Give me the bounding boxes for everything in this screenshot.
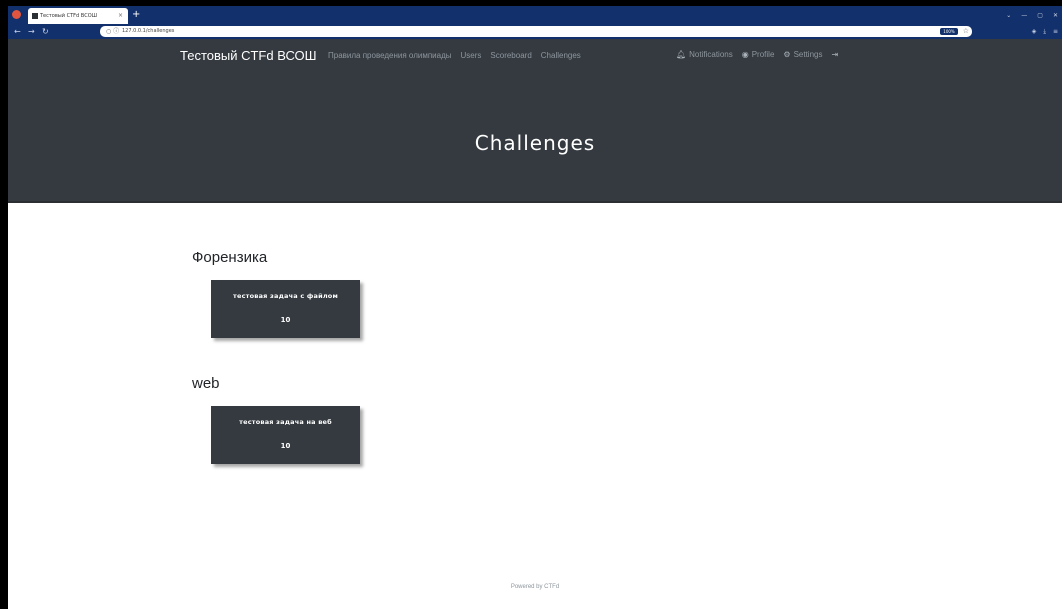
challenge-name: тестовая задача на веб xyxy=(239,418,332,426)
logout-icon[interactable]: ⇥ xyxy=(831,50,838,59)
forward-arrow-icon[interactable]: → xyxy=(28,25,35,38)
zoom-badge[interactable]: 100% xyxy=(940,28,958,35)
challenge-button[interactable]: тестовая задача на веб 10 xyxy=(211,406,360,464)
bookmark-star-icon[interactable]: ☆ xyxy=(963,26,969,37)
minimize-button[interactable]: — xyxy=(1021,12,1027,19)
challenge-button[interactable]: тестовая задача с файлом 10 xyxy=(211,280,360,338)
nav-settings[interactable]: ⚙ Settings xyxy=(783,50,822,59)
reload-icon[interactable]: ↻ xyxy=(42,25,49,38)
shield-icon[interactable]: ◈ xyxy=(1032,28,1037,35)
category-title-forensics: Форензика xyxy=(192,249,268,266)
tab-title: Тестовый CTFd ВСОШ xyxy=(40,13,97,19)
nav-profile-label: Profile xyxy=(751,50,775,59)
browser-logo-icon xyxy=(12,10,21,19)
nav-link-users[interactable]: Users xyxy=(461,51,482,60)
nav-notifications-label: Notifications xyxy=(689,50,733,59)
screen-frame: Тестовый CTFd ВСОШ × + ⌄ — ▢ ✕ ← → ↻ ○ ⓘ… xyxy=(0,0,1062,609)
site-navbar: Тестовый CTFd ВСОШ Правила проведения ол… xyxy=(8,39,1062,71)
tab-favicon-icon xyxy=(32,13,38,19)
maximize-button[interactable]: ▢ xyxy=(1037,12,1043,19)
site-brand[interactable]: Тестовый CTFd ВСОШ xyxy=(180,48,317,63)
challenge-value: 10 xyxy=(280,442,291,450)
nav-link-challenges[interactable]: Challenges xyxy=(541,51,581,60)
nav-profile[interactable]: ◉ Profile xyxy=(742,50,775,59)
nav-link-rules[interactable]: Правила проведения олимпиады xyxy=(328,51,452,60)
browser-right-tools: ◈ ⤓ ≡ xyxy=(1032,24,1058,39)
nav-link-scoreboard[interactable]: Scoreboard xyxy=(490,51,531,60)
browser-window: Тестовый CTFd ВСОШ × + ⌄ — ▢ ✕ ← → ↻ ○ ⓘ… xyxy=(8,6,1062,609)
category-title-web: web xyxy=(192,375,220,392)
page-title: Challenges xyxy=(474,131,596,155)
new-tab-button[interactable]: + xyxy=(132,7,140,23)
tab-list-icon[interactable]: ⌄ xyxy=(1006,12,1011,19)
footer-powered-by[interactable]: Powered by CTFd xyxy=(8,584,1062,590)
nav-notifications[interactable]: 🔔︎ Notifications xyxy=(676,50,733,59)
window-controls: ⌄ — ▢ ✕ xyxy=(1006,6,1058,24)
challenge-value: 10 xyxy=(280,316,291,324)
close-window-button[interactable]: ✕ xyxy=(1053,12,1058,19)
nav-links: Правила проведения олимпиады Users Score… xyxy=(328,51,581,60)
gears-icon: ⚙ xyxy=(783,50,791,59)
bell-icon: 🔔︎ xyxy=(676,50,687,59)
challenge-name: тестовая задача с файлом xyxy=(233,292,338,300)
menu-icon[interactable]: ≡ xyxy=(1053,28,1058,35)
nav-right: 🔔︎ Notifications ◉ Profile ⚙ Settings ⇥ xyxy=(676,50,841,59)
nav-settings-label: Settings xyxy=(793,50,823,59)
site-header: Тестовый CTFd ВСОШ Правила проведения ол… xyxy=(8,39,1062,203)
tab-close-button[interactable]: × xyxy=(118,8,123,24)
browser-tab-bar: Тестовый CTFd ВСОШ × + ⌄ — ▢ ✕ xyxy=(8,6,1062,24)
address-bar[interactable]: ○ ⓘ 127.0.0.1/challenges 100% ☆ xyxy=(100,26,972,37)
user-circle-icon: ◉ xyxy=(741,50,749,59)
browser-tab-active[interactable]: Тестовый CTFd ВСОШ × xyxy=(28,8,128,24)
browser-toolbar: ← → ↻ ○ ⓘ 127.0.0.1/challenges 100% ☆ ◈ … xyxy=(8,24,1062,39)
download-icon[interactable]: ⤓ xyxy=(1043,28,1046,36)
back-arrow-icon[interactable]: ← xyxy=(14,25,21,38)
url-text[interactable]: 127.0.0.1/challenges xyxy=(122,26,174,37)
site-info-icon[interactable]: ○ ⓘ xyxy=(106,26,119,37)
